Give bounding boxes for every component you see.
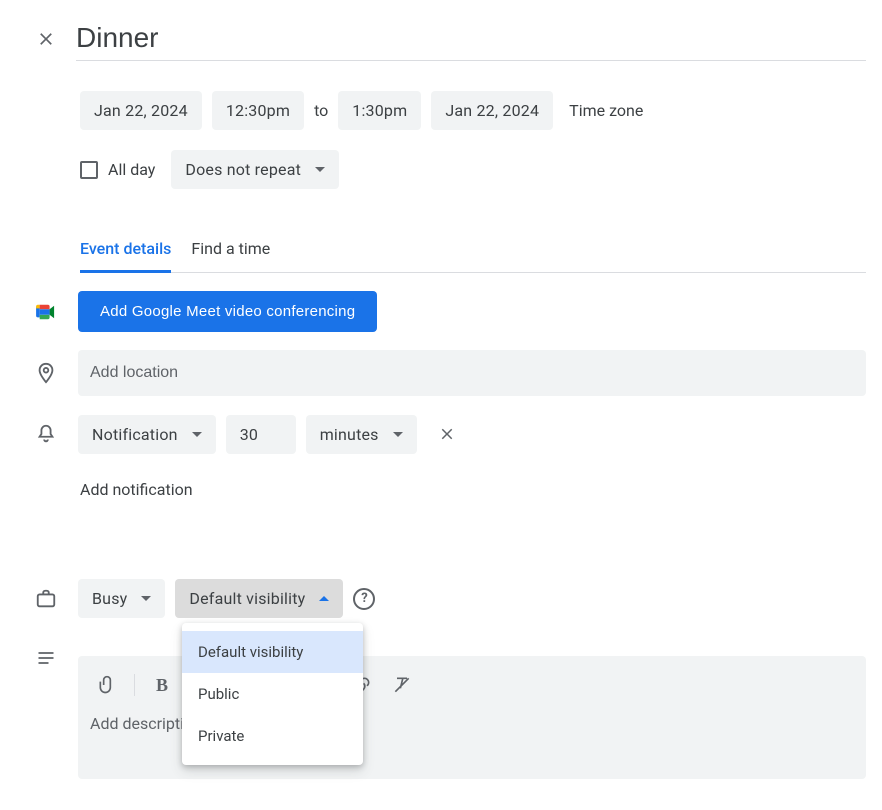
notification-type-dropdown[interactable]: Notification bbox=[78, 415, 216, 454]
end-time-chip[interactable]: 1:30pm bbox=[338, 91, 421, 130]
allday-label: All day bbox=[108, 160, 155, 179]
allday-checkbox[interactable] bbox=[80, 161, 98, 179]
visibility-option-default[interactable]: Default visibility bbox=[182, 631, 363, 673]
event-title-input[interactable] bbox=[76, 16, 866, 61]
notification-type-label: Notification bbox=[92, 425, 178, 444]
briefcase-icon bbox=[32, 588, 60, 610]
tab-find-a-time[interactable]: Find a time bbox=[191, 239, 270, 272]
description-icon bbox=[32, 636, 60, 666]
tab-event-details[interactable]: Event details bbox=[80, 239, 171, 273]
to-label: to bbox=[314, 101, 328, 120]
timezone-link[interactable]: Time zone bbox=[569, 101, 643, 120]
chevron-down-icon bbox=[141, 596, 151, 601]
start-date-chip[interactable]: Jan 22, 2024 bbox=[80, 91, 202, 130]
visibility-label: Default visibility bbox=[189, 589, 305, 608]
add-meet-button[interactable]: Add Google Meet video conferencing bbox=[78, 291, 377, 332]
visibility-menu: Default visibility Public Private bbox=[182, 623, 363, 765]
repeat-dropdown[interactable]: Does not repeat bbox=[171, 150, 339, 189]
google-meet-icon bbox=[32, 303, 60, 321]
close-icon[interactable] bbox=[32, 25, 60, 53]
notification-unit-dropdown[interactable]: minutes bbox=[306, 415, 417, 454]
add-notification-link[interactable]: Add notification bbox=[80, 480, 866, 499]
visibility-option-private[interactable]: Private bbox=[182, 715, 363, 757]
clear-formatting-icon[interactable] bbox=[385, 670, 419, 700]
end-date-chip[interactable]: Jan 22, 2024 bbox=[431, 91, 553, 130]
repeat-label: Does not repeat bbox=[185, 160, 301, 179]
location-input[interactable] bbox=[78, 350, 866, 396]
chevron-up-icon bbox=[319, 596, 329, 601]
chevron-down-icon bbox=[315, 167, 325, 172]
availability-label: Busy bbox=[92, 589, 127, 608]
remove-notification-button[interactable] bbox=[427, 414, 467, 454]
visibility-dropdown[interactable]: Default visibility bbox=[175, 579, 343, 618]
visibility-option-public[interactable]: Public bbox=[182, 673, 363, 715]
toolbar-separator bbox=[134, 674, 135, 696]
notification-unit-label: minutes bbox=[320, 425, 379, 444]
bold-icon[interactable]: B bbox=[145, 670, 179, 700]
chevron-down-icon bbox=[192, 432, 202, 437]
start-time-chip[interactable]: 12:30pm bbox=[212, 91, 304, 130]
availability-dropdown[interactable]: Busy bbox=[78, 579, 165, 618]
chevron-down-icon bbox=[393, 432, 403, 437]
help-icon[interactable]: ? bbox=[353, 588, 375, 610]
location-icon bbox=[32, 362, 60, 384]
attach-icon[interactable] bbox=[90, 670, 124, 700]
bell-icon bbox=[32, 423, 60, 445]
notification-value-input[interactable]: 30 bbox=[226, 415, 296, 454]
